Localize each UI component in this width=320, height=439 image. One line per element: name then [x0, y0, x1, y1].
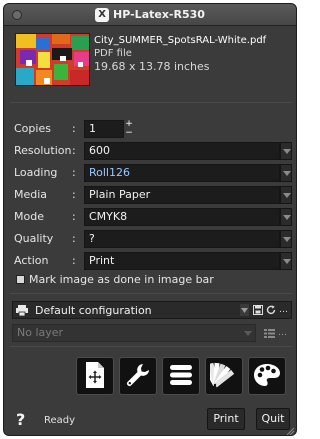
quality-row: Quality : ? — [12, 230, 292, 248]
copies-input[interactable]: 1 — [84, 120, 124, 138]
configuration-bar: Default configuration … — [12, 301, 292, 319]
more-icon[interactable]: … — [277, 326, 288, 340]
app-window: X HP-Latex-R530 City_SUMMER_SpotsRAL-Whi… — [3, 3, 297, 436]
mode-row: Mode : CMYK8 — [12, 208, 292, 226]
loading-row: Loading : Roll126 — [12, 164, 292, 182]
title-bar: X HP-Latex-R530 — [4, 4, 296, 26]
mark-done-label: Mark image as done in image bar — [29, 272, 214, 286]
mode-select[interactable]: CMYK8 — [84, 208, 280, 226]
settings-button[interactable] — [119, 357, 157, 395]
document-position-icon — [83, 361, 107, 392]
file-info-panel: City_SUMMER_SpotsRAL-White.pdf PDF file … — [10, 28, 292, 98]
colon: : — [72, 210, 76, 223]
copies-stepper[interactable]: + − — [124, 120, 134, 138]
mark-done-checkbox-row[interactable]: Mark image as done in image bar — [16, 272, 214, 286]
configuration-select[interactable]: Default configuration — [35, 304, 239, 317]
swatch-fan-icon — [202, 361, 238, 392]
print-button[interactable]: Print — [207, 408, 245, 430]
file-type: PDF file — [94, 48, 132, 59]
divider — [10, 293, 292, 294]
copies-row: Copies : 1 + − — [12, 120, 292, 138]
save-icon[interactable] — [252, 303, 263, 317]
resize-grip-icon[interactable] — [285, 426, 295, 435]
copies-label: Copies — [14, 122, 51, 135]
chevron-down-icon[interactable] — [239, 303, 250, 317]
action-dropdown-button[interactable] — [280, 252, 292, 270]
file-name: City_SUMMER_SpotsRAL-White.pdf — [94, 35, 267, 46]
window-close-button[interactable] — [12, 10, 22, 20]
colon: : — [72, 254, 76, 267]
quality-dropdown-button[interactable] — [280, 230, 292, 248]
status-text: Ready — [44, 415, 76, 426]
mode-dropdown-button[interactable] — [280, 208, 292, 226]
mark-done-checkbox[interactable] — [16, 274, 25, 284]
x11-logo-icon: X — [95, 7, 110, 22]
loading-select[interactable]: Roll126 — [84, 164, 280, 182]
colon: : — [72, 232, 76, 245]
printer-config-icon[interactable] — [15, 303, 29, 317]
layer-select[interactable]: No layer — [12, 324, 256, 342]
action-label: Action — [14, 254, 49, 267]
document-position-button[interactable] — [76, 357, 114, 395]
resolution-label: Resolution — [14, 144, 72, 157]
help-button[interactable]: ? — [16, 410, 25, 429]
media-dropdown-button[interactable] — [280, 186, 292, 204]
color-palette-button[interactable] — [248, 357, 286, 395]
loading-dropdown-button[interactable] — [280, 164, 292, 182]
resolution-select[interactable]: 600 — [84, 142, 280, 160]
footer: ? Ready Print Quit — [4, 404, 296, 435]
colon: : — [72, 122, 76, 135]
color-swatches-button[interactable] — [202, 357, 243, 395]
window-title: HP-Latex-R530 — [113, 8, 205, 21]
colon: : — [72, 166, 76, 179]
quality-label: Quality — [14, 232, 54, 245]
quality-select[interactable]: ? — [84, 230, 280, 248]
action-select[interactable]: Print — [84, 252, 280, 270]
list-icon — [169, 364, 193, 389]
queue-button[interactable] — [162, 357, 200, 395]
file-details: City_SUMMER_SpotsRAL-White.pdf PDF file … — [94, 34, 266, 73]
palette-icon — [253, 363, 281, 390]
refresh-icon[interactable] — [265, 303, 276, 317]
resolution-dropdown-button[interactable] — [280, 142, 292, 160]
resolution-row: Resolution : 600 — [12, 142, 292, 160]
divider — [10, 102, 292, 103]
decrement-icon[interactable]: − — [124, 129, 134, 138]
action-row: Action : Print — [12, 252, 292, 270]
mode-label: Mode — [14, 210, 44, 223]
file-thumbnail[interactable] — [15, 33, 90, 86]
loading-label: Loading — [14, 166, 58, 179]
wrench-icon — [125, 362, 151, 391]
media-label: Media — [14, 188, 48, 201]
more-icon[interactable]: … — [278, 303, 289, 317]
layer-bar: No layer … — [12, 324, 292, 342]
colon: : — [72, 188, 76, 201]
divider — [10, 346, 292, 347]
layer-list-icon[interactable] — [264, 326, 275, 340]
colon: : — [72, 144, 76, 157]
file-size: 19.68 x 13.78 inches — [94, 60, 210, 73]
media-row: Media : Plain Paper — [12, 186, 292, 204]
media-select[interactable]: Plain Paper — [84, 186, 280, 204]
